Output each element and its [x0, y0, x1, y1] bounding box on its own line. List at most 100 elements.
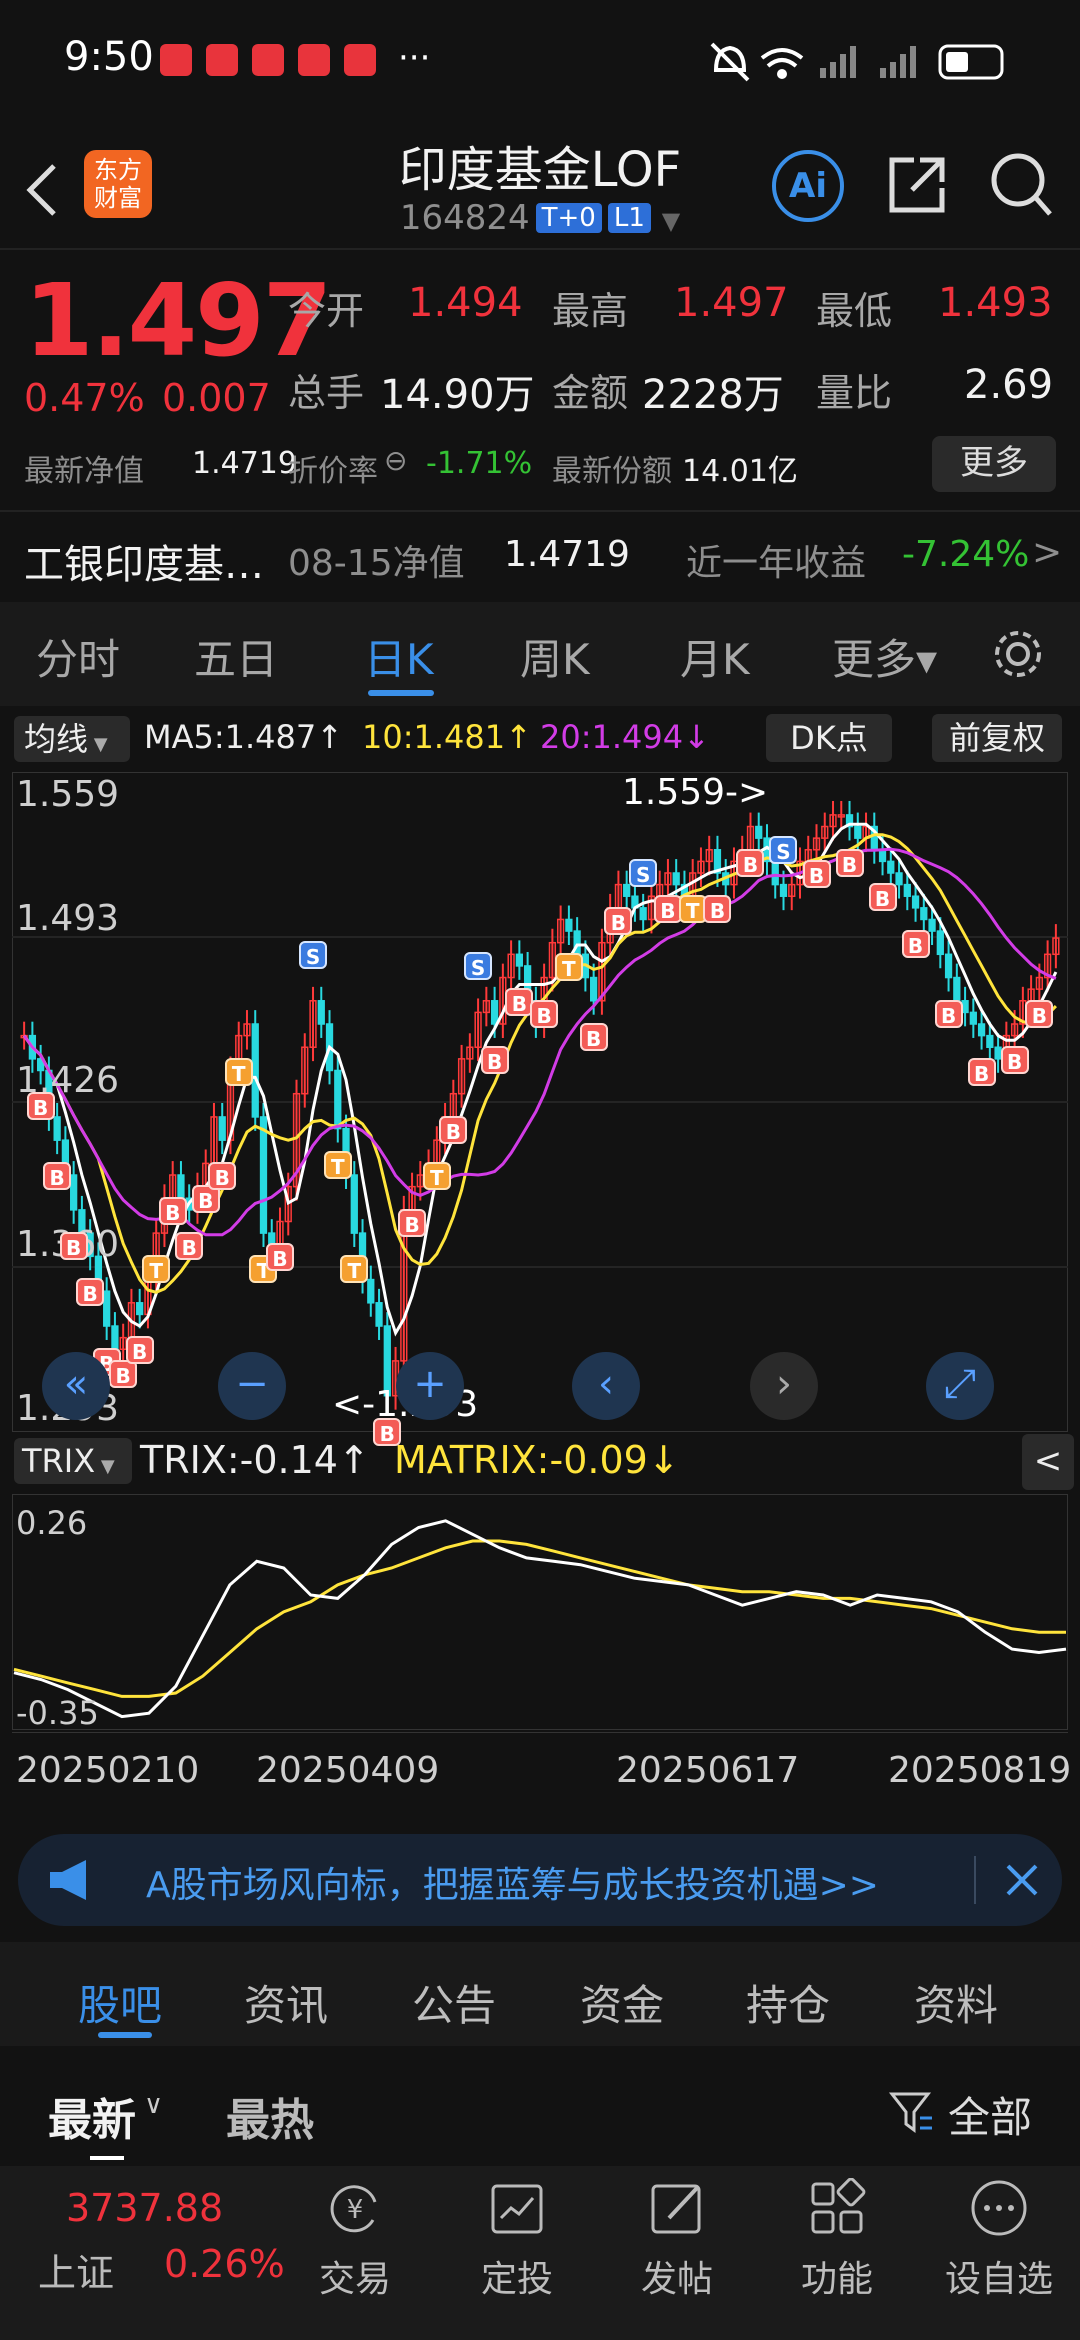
tab-monthly-k[interactable]: 月K	[680, 626, 750, 687]
y-axis-label: 1.559	[16, 774, 120, 815]
signal-marker-s: S	[464, 952, 493, 981]
low-value: 1.493	[938, 280, 1053, 326]
filter-all[interactable]: 全部	[948, 2084, 1032, 2145]
edit-post-icon	[651, 2184, 701, 2234]
tab-five-day[interactable]: 五日	[194, 626, 278, 687]
signal-marker-b: B	[125, 1336, 154, 1365]
dock-trade[interactable]: ¥ 交易	[300, 2178, 410, 2302]
sort-latest[interactable]: 最新	[48, 2084, 136, 2148]
banner-text: A股市场风向标，把握蓝筹与成长投资机遇>>	[146, 1865, 879, 1906]
candle-body	[903, 883, 911, 897]
tab-forum[interactable]: 股吧	[78, 1972, 162, 2033]
trix-axis-top: 0.26	[16, 1504, 88, 1542]
volume-value: 14.90万	[380, 372, 535, 418]
mute-icon	[710, 42, 750, 82]
dk-point-button[interactable]: DK点	[766, 714, 892, 762]
tab-news[interactable]: 资讯	[244, 1972, 328, 2033]
signal-marker-b: B	[439, 1115, 468, 1144]
filter-icon[interactable]	[888, 2088, 936, 2136]
volume-label: 总手	[288, 371, 365, 415]
tab-funds[interactable]: 资金	[580, 1972, 664, 2033]
dock-add-watchlist[interactable]: 设自选	[944, 2178, 1054, 2302]
candle-body	[515, 953, 524, 967]
active-tab-indicator	[98, 2032, 152, 2038]
more-button[interactable]: 更多	[932, 436, 1056, 492]
indicator-selector[interactable]: 均线 ▼	[14, 716, 130, 762]
signal-marker-s: S	[299, 940, 328, 969]
nav-value: 1.4719	[192, 446, 297, 481]
quote-panel: 1.497 0.47% 0.007 今开 1.494 最高 1.497 最低 1…	[0, 250, 1080, 500]
signal-marker-b: B	[398, 1208, 427, 1237]
y-axis-label: 1.493	[16, 898, 120, 939]
chevron-down-icon: ∨	[144, 2090, 164, 2120]
signal-marker-s: S	[769, 836, 798, 865]
signal-marker-b: B	[480, 1046, 509, 1074]
app-notification-icon	[344, 44, 376, 76]
candle-body	[136, 1302, 144, 1316]
close-icon[interactable]	[1002, 1860, 1042, 1900]
index-value: 3737.88	[66, 2186, 224, 2230]
share-icon[interactable]	[884, 152, 950, 218]
fund-name: 工银印度基…	[24, 542, 264, 588]
adjust-button[interactable]: 前复权	[932, 714, 1062, 762]
dock-post[interactable]: 发帖	[622, 2178, 732, 2302]
fullscreen-button[interactable]: ⤢	[926, 1352, 994, 1420]
tab-daily-k[interactable]: 日K	[364, 626, 434, 687]
tab-announcements[interactable]: 公告	[412, 1972, 496, 2033]
status-bar: 9:50 ···	[0, 0, 1080, 120]
candle-body	[53, 1116, 61, 1141]
dock-label: 设自选	[944, 2259, 1053, 2300]
scroll-right-button[interactable]: ›	[750, 1352, 818, 1420]
scroll-left-button[interactable]: ‹	[572, 1352, 640, 1420]
tab-holdings[interactable]: 持仓	[746, 1972, 830, 2033]
zoom-out-button[interactable]: −	[218, 1352, 286, 1420]
fund-info-row[interactable]: 工银印度基… 08-15净值 1.4719 近一年收益 -7.24% >	[0, 512, 1080, 602]
app-notification-icon	[298, 44, 330, 76]
info-icon[interactable]: ⊖	[384, 444, 407, 477]
candle-body	[977, 1023, 986, 1037]
dock-label: 交易	[318, 2259, 391, 2300]
signal-marker-b: B	[579, 1022, 608, 1051]
trix-chart[interactable]	[12, 1494, 1068, 1730]
high-label: 最高	[552, 289, 629, 333]
matrix-value: MATRIX:-0.09↓	[394, 1438, 680, 1482]
promo-banner[interactable]: A股市场风向标，把握蓝筹与成长投资机遇>>	[18, 1834, 1062, 1926]
l1-tag: L1	[607, 203, 651, 233]
ai-button[interactable]: Ai	[772, 150, 844, 222]
dock-functions[interactable]: 功能	[782, 2177, 892, 2302]
candle-body	[251, 1023, 259, 1118]
candle-body	[936, 930, 944, 956]
collapse-button[interactable]: <	[1022, 1434, 1074, 1490]
sub-indicator-selector[interactable]: TRIX ▼	[14, 1438, 132, 1484]
search-icon[interactable]	[988, 150, 1054, 220]
tab-profile[interactable]: 资料	[914, 1972, 998, 2033]
candle-body	[111, 1325, 119, 1351]
signal-marker-b: B	[76, 1278, 105, 1307]
tab-weekly-k[interactable]: 周K	[520, 626, 590, 687]
sort-hot[interactable]: 最热	[226, 2084, 314, 2148]
more-circle-icon	[971, 2180, 1027, 2236]
kline-chart[interactable]	[12, 772, 1068, 1432]
candle-body	[672, 872, 680, 886]
candle-body	[887, 860, 895, 874]
year-return-label: 近一年收益	[686, 543, 867, 584]
signal-icon	[820, 46, 856, 78]
candle-body	[375, 1302, 383, 1327]
candle-body	[623, 883, 631, 897]
ma5-value: MA5:1.487↑	[144, 718, 344, 756]
jump-start-button[interactable]: «	[42, 1352, 110, 1420]
wifi-icon	[760, 48, 804, 79]
settings-gear-icon[interactable]	[990, 626, 1046, 682]
dock-invest[interactable]: 定投	[462, 2178, 572, 2302]
candle-body	[367, 1278, 375, 1304]
amount-label: 金额	[552, 371, 629, 415]
shares-label: 最新份额	[552, 454, 672, 489]
low-label: 最低	[816, 289, 893, 333]
change-amount: 0.007	[162, 376, 271, 420]
signal-marker-b: B	[736, 848, 765, 877]
tab-more[interactable]: 更多▾	[832, 626, 937, 687]
tab-intraday[interactable]: 分时	[36, 626, 120, 687]
signal-marker-b: B	[1000, 1046, 1029, 1074]
candle-body	[350, 1174, 358, 1234]
zoom-in-button[interactable]: +	[396, 1352, 464, 1420]
